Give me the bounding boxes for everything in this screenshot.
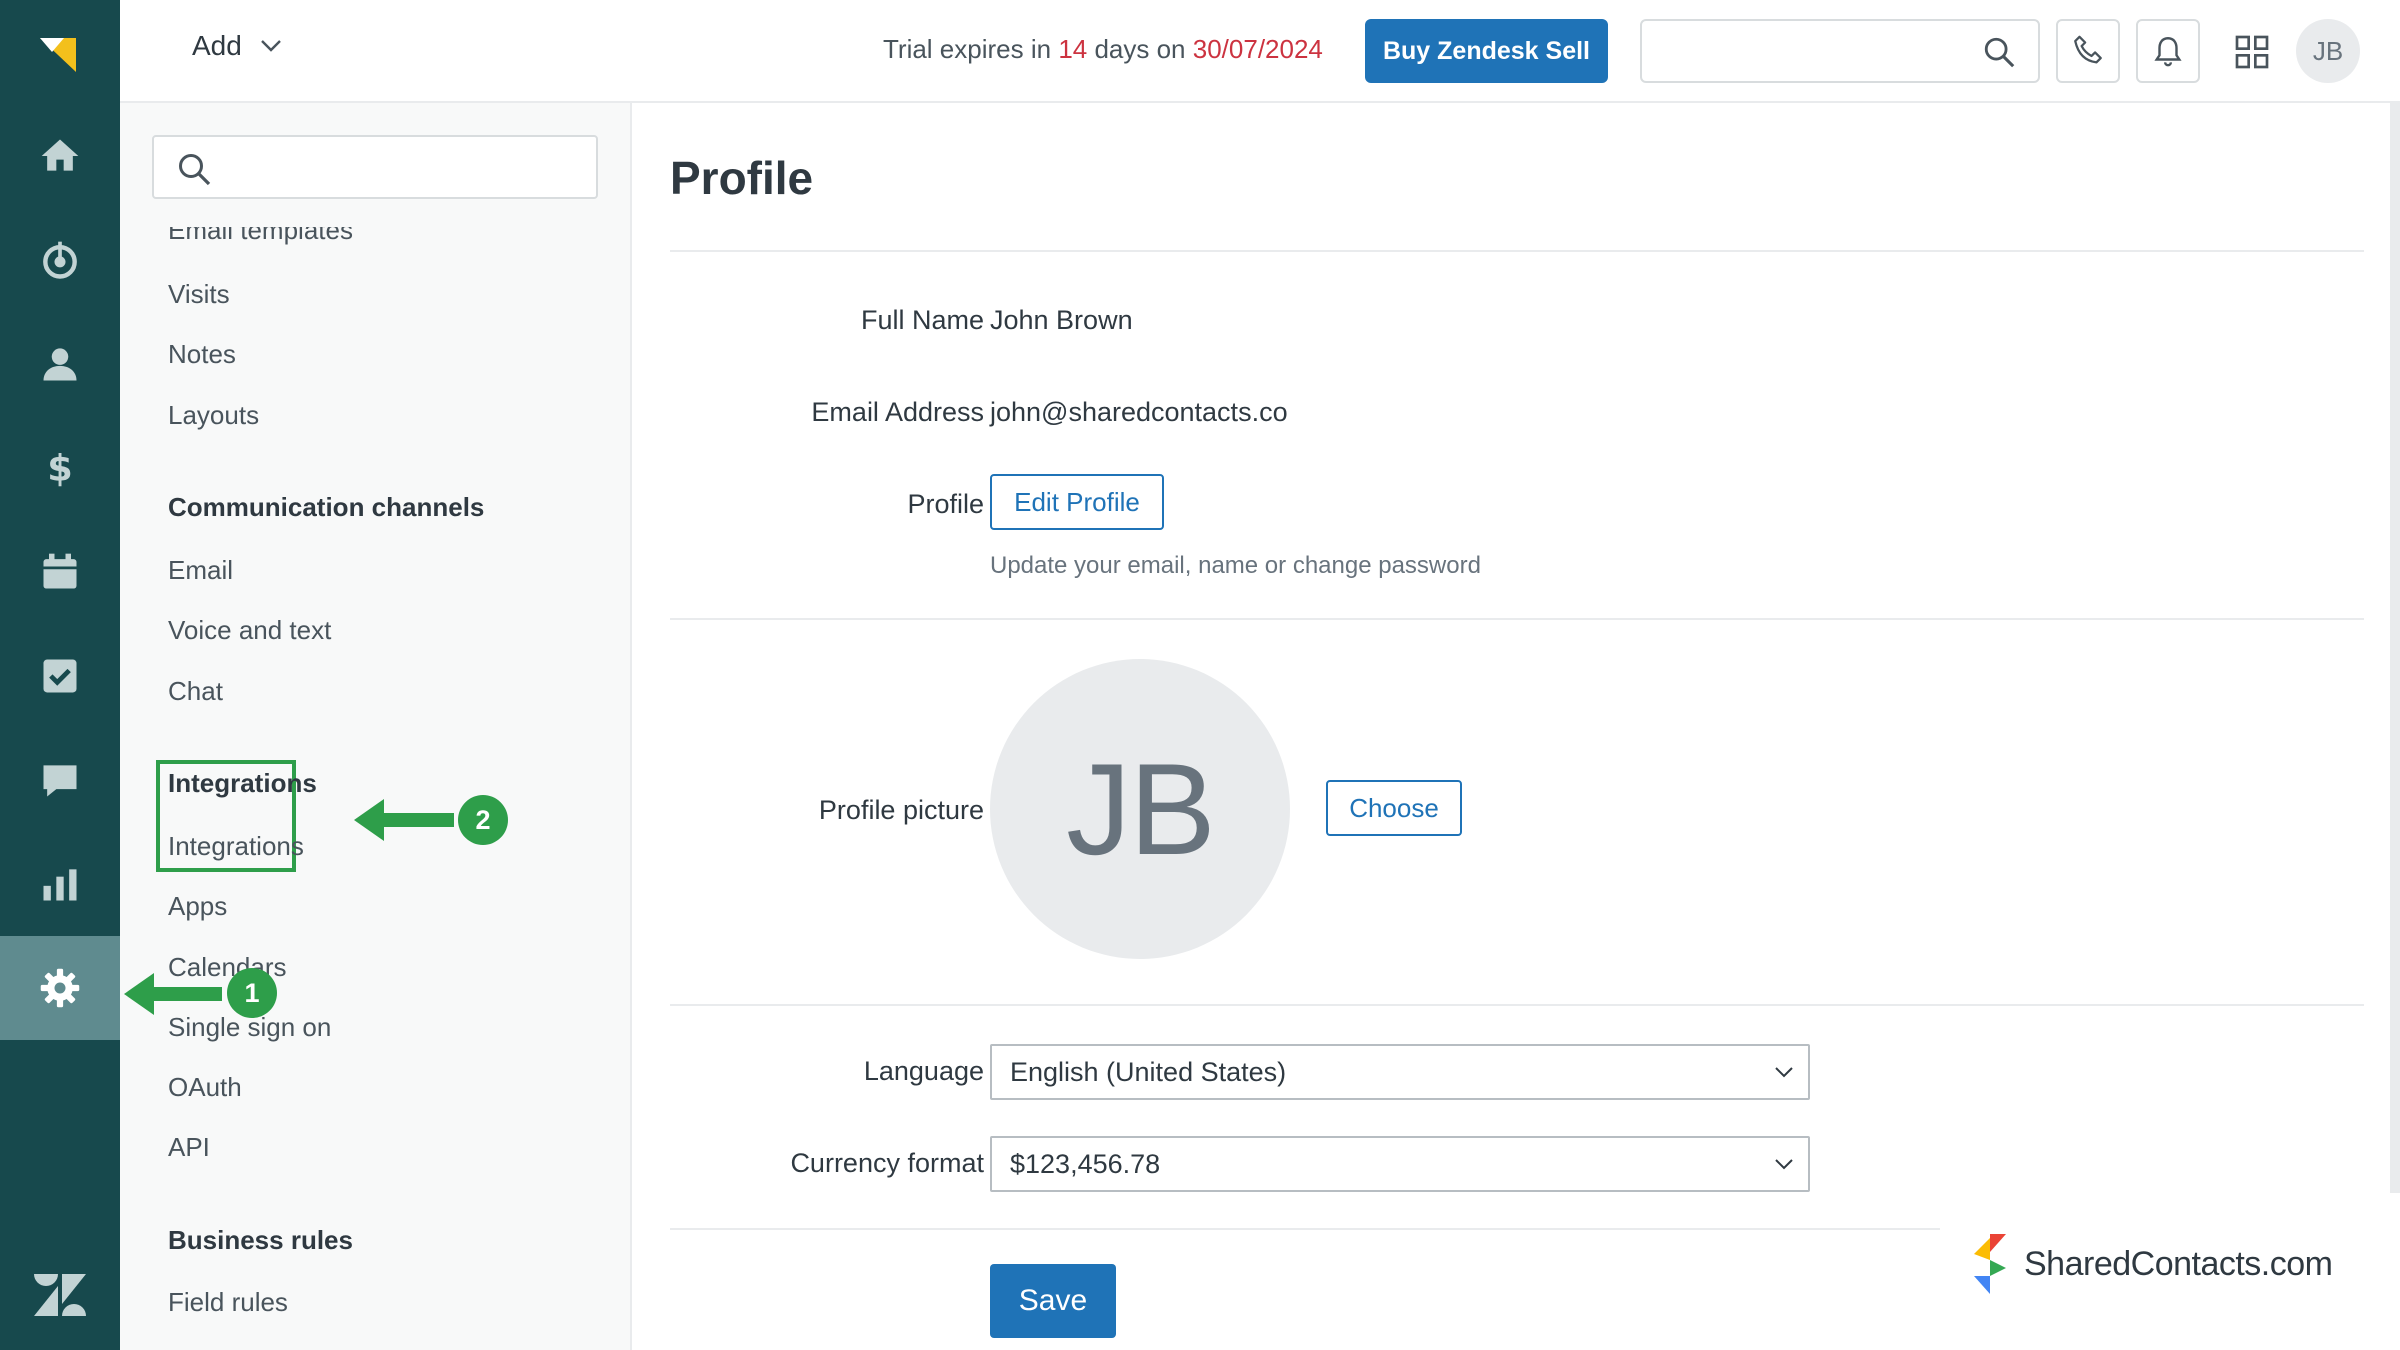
nav-field-rules[interactable]: Field rules [168, 1287, 288, 1318]
page-title: Profile [670, 152, 814, 204]
global-search-input[interactable] [1640, 19, 2040, 83]
rail-home[interactable] [0, 104, 120, 208]
section-integrations: Integrations [168, 768, 317, 798]
apps-grid-icon[interactable] [2232, 32, 2272, 72]
settings-search-input[interactable] [152, 135, 598, 199]
bar-chart-icon [43, 869, 77, 901]
product-rail: $ [0, 0, 120, 1350]
checkbox-tasks-icon [43, 659, 77, 693]
page-scrollbar[interactable] [2390, 103, 2400, 1193]
language-label: Language [863, 1056, 984, 1086]
rail-communication[interactable] [0, 728, 120, 832]
chat-bubble-icon [43, 765, 77, 797]
annotation-arrow-2 [354, 799, 454, 841]
nav-email-templates[interactable]: Email templates [168, 227, 353, 246]
annotation-badge-1: 1 [227, 968, 277, 1018]
full-name-value: John Brown [990, 305, 1133, 335]
chevron-down-icon [1775, 1159, 1793, 1170]
email-value: john@sharedcontacts.co [990, 397, 1288, 427]
edit-profile-hint: Update your email, name or change passwo… [990, 552, 1481, 579]
annotation-arrow-1 [124, 973, 222, 1015]
divider [670, 1004, 2364, 1006]
divider [670, 1228, 1940, 1230]
nav-email[interactable]: Email [168, 555, 233, 586]
bell-icon [2154, 37, 2182, 67]
home-icon [41, 139, 79, 171]
sharedcontacts-watermark: SharedContacts.com [1944, 1222, 2368, 1306]
nav-chat[interactable]: Chat [168, 676, 223, 707]
phone-icon [2074, 35, 2102, 64]
sharedcontacts-logo-icon [1974, 1234, 2006, 1294]
trial-middle: days on [1087, 34, 1193, 64]
nav-voice-and-text[interactable]: Voice and text [168, 615, 331, 646]
add-label: Add [192, 30, 242, 61]
divider [670, 250, 2364, 252]
notifications-button[interactable] [2136, 19, 2200, 83]
nav-notes[interactable]: Notes [168, 339, 236, 370]
phone-button[interactable] [2056, 19, 2120, 83]
zendesk-logo-icon[interactable] [32, 1272, 88, 1316]
currency-selected: $123,456.78 [1010, 1148, 1161, 1179]
annotation-badge-2: 2 [458, 795, 508, 845]
target-leads-icon [43, 241, 77, 279]
zendesk-sell-logo-icon[interactable] [36, 28, 84, 76]
currency-format-select[interactable]: $123,456.78 [990, 1136, 1810, 1192]
rail-contacts[interactable] [0, 312, 120, 416]
currency-format-label: Currency format [790, 1148, 984, 1178]
gear-icon [40, 968, 80, 1008]
profile-picture-label: Profile picture [818, 795, 984, 825]
dollar-icon: $ [47, 447, 73, 490]
svg-text:$: $ [47, 447, 73, 490]
user-avatar[interactable]: JB [2296, 19, 2360, 83]
search-icon [179, 154, 211, 186]
rail-settings[interactable] [0, 936, 120, 1040]
trial-date: 30/07/2024 [1192, 34, 1323, 64]
rail-reports[interactable] [0, 832, 120, 936]
nav-visits[interactable]: Visits [168, 279, 230, 310]
rail-deals[interactable]: $ [0, 416, 120, 520]
trial-days: 14 [1058, 34, 1088, 64]
nav-api[interactable]: API [168, 1132, 210, 1163]
divider [670, 618, 2364, 620]
language-selected: English (United States) [1010, 1056, 1287, 1087]
section-communication-channels: Communication channels [168, 492, 485, 522]
profile-avatar: JB [990, 659, 1290, 959]
edit-profile-button[interactable]: Edit Profile [990, 474, 1164, 530]
chevron-down-icon [260, 40, 281, 52]
calendar-icon [43, 553, 77, 589]
section-business-rules: Business rules [168, 1225, 353, 1255]
rail-leads[interactable] [0, 208, 120, 312]
chevron-down-icon [1775, 1067, 1793, 1078]
save-button[interactable]: Save [990, 1264, 1116, 1338]
email-label: Email Address [811, 397, 984, 427]
person-icon [43, 348, 77, 381]
nav-oauth[interactable]: OAuth [168, 1072, 242, 1103]
settings-sidebar: Email templates Visits Notes Layouts Com… [120, 103, 632, 1350]
nav-apps[interactable]: Apps [168, 891, 227, 922]
nav-integrations[interactable]: Integrations [168, 831, 304, 862]
profile-label: Profile [907, 489, 984, 519]
full-name-label: Full Name [860, 305, 984, 335]
buy-zendesk-sell-button[interactable]: Buy Zendesk Sell [1365, 19, 1608, 83]
top-header: Add Trial expires in 14 days on 30/07/20… [120, 0, 2400, 103]
trial-notice: Trial expires in 14 days on 30/07/2024 [883, 34, 1323, 65]
add-menu-button[interactable]: Add [192, 30, 282, 62]
watermark-text: SharedContacts.com [2024, 1244, 2333, 1283]
nav-layouts[interactable]: Layouts [168, 400, 259, 431]
search-icon [1984, 37, 2015, 68]
profile-page: Profile Full Name John Brown Email Addre… [634, 103, 2400, 1350]
language-select[interactable]: English (United States) [990, 1044, 1810, 1100]
rail-calendar[interactable] [0, 520, 120, 624]
choose-picture-button[interactable]: Choose [1326, 780, 1462, 836]
rail-tasks[interactable] [0, 624, 120, 728]
trial-prefix: Trial expires in [883, 34, 1059, 64]
